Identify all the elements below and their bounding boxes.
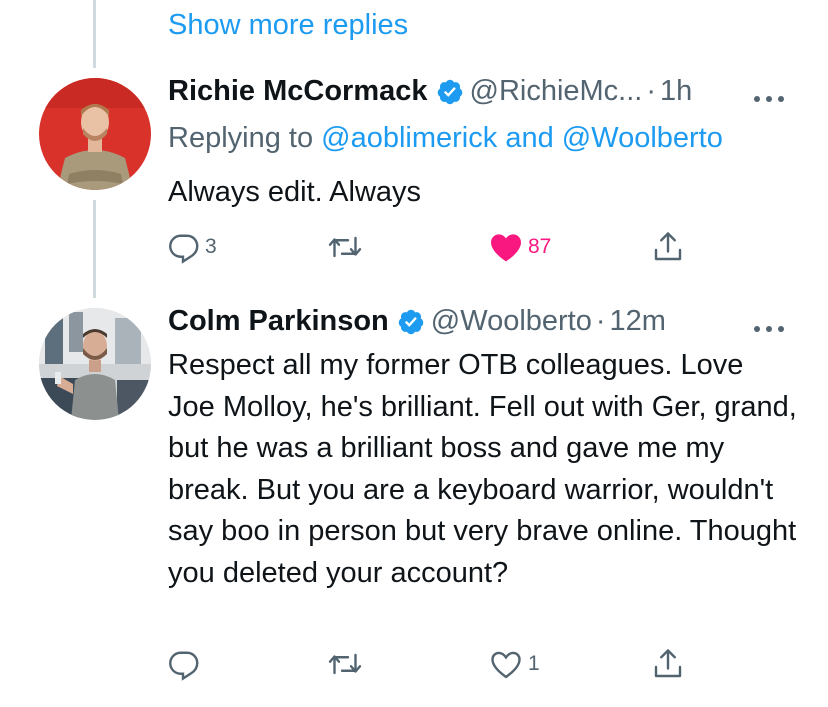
reply-icon [165, 646, 201, 682]
tweet-actions: 1 [165, 646, 695, 686]
tweet-actions: 3 87 [165, 229, 695, 269]
verified-badge-icon [436, 78, 464, 106]
like-count: 87 [528, 235, 552, 258]
avatar[interactable] [39, 308, 151, 420]
timestamp[interactable]: 12m [610, 305, 666, 338]
tweet-text: Respect all my former OTB colleagues. Lo… [168, 349, 797, 589]
display-name[interactable]: Colm Parkinson [168, 305, 389, 338]
like-icon [488, 229, 524, 265]
retweet-icon [327, 646, 363, 682]
handle[interactable]: @Woolberto [431, 305, 592, 338]
more-options-icon[interactable] [752, 310, 786, 341]
reply-button[interactable]: 3 [165, 229, 217, 265]
thread-line-middle [93, 200, 96, 298]
mention-link[interactable]: @aoblimerick [321, 122, 497, 154]
verified-badge-icon [397, 308, 425, 336]
like-button[interactable]: 1 [488, 646, 540, 682]
show-more-replies-link[interactable]: Show more replies [168, 9, 408, 42]
retweet-button[interactable] [327, 646, 367, 682]
tweet-header: Colm Parkinson @Woolberto · 12m [168, 305, 666, 338]
separator-dot: · [595, 305, 606, 337]
share-icon [650, 229, 686, 265]
share-icon [650, 646, 686, 682]
replying-to: Replying to @aoblimerick and @Woolberto [168, 122, 723, 155]
display-name[interactable]: Richie McCormack [168, 75, 428, 108]
reply-button[interactable] [165, 646, 205, 682]
avatar[interactable] [39, 78, 151, 190]
retweet-button[interactable] [327, 229, 367, 265]
separator-dot: · [646, 75, 657, 107]
share-button[interactable] [650, 229, 686, 265]
handle[interactable]: @RichieMc... [470, 75, 643, 108]
share-button[interactable] [650, 646, 686, 682]
like-count: 1 [528, 652, 540, 675]
reply-icon [165, 229, 201, 265]
like-icon [488, 646, 524, 682]
tweet-header: Richie McCormack @RichieMc... · 1h [168, 75, 692, 108]
like-button[interactable]: 87 [488, 229, 551, 265]
more-options-icon[interactable] [752, 80, 786, 111]
mention-link[interactable]: @Woolberto [562, 122, 723, 154]
thread-line-top [93, 0, 96, 68]
timestamp[interactable]: 1h [660, 75, 692, 108]
replying-prefix: Replying to [168, 122, 314, 154]
retweet-icon [327, 229, 363, 265]
tweet-text: Always edit. Always [168, 176, 422, 208]
replying-joiner: and [505, 122, 554, 154]
reply-count: 3 [205, 235, 217, 258]
